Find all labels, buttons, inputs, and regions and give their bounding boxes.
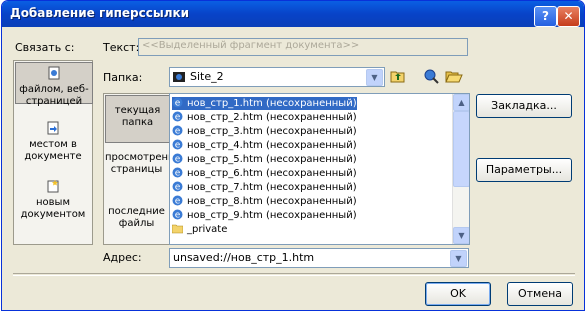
file-list[interactable]: e нов_стр_1.htm (несохраненный) e нов_стр_… bbox=[169, 93, 470, 245]
hyperlink-dialog: Добавление гиперссылки ? ✕ Связать с: Те… bbox=[1, 0, 585, 311]
web-page-icon bbox=[48, 66, 60, 80]
close-icon: ✕ bbox=[563, 9, 574, 23]
file-item-label: нов_стр_1.htm (несохраненный) bbox=[187, 98, 357, 109]
svg-text:e: e bbox=[175, 197, 181, 207]
open-folder-icon bbox=[445, 71, 463, 83]
ie-page-icon: e bbox=[172, 97, 183, 108]
address-combo[interactable]: unsaved://нов_стр_1.htm ▼ bbox=[169, 248, 469, 268]
link-to-place-label: местом в документе bbox=[24, 139, 82, 162]
new-document-icon bbox=[47, 180, 59, 193]
svg-text:e: e bbox=[175, 113, 181, 123]
nav-browsed-pages[interactable]: просмотренные страницы bbox=[105, 152, 189, 192]
ie-page-icon: e bbox=[172, 139, 183, 150]
file-item-label: нов_стр_4.htm (несохраненный) bbox=[187, 140, 357, 151]
svg-text:e: e bbox=[175, 99, 181, 109]
up-one-level-button[interactable] bbox=[388, 67, 408, 85]
nav-current-folder[interactable]: текущая папка bbox=[105, 95, 170, 143]
text-field: <<Выделенный фрагмент документа>> bbox=[138, 38, 468, 56]
nav-current-folder-label: текущая папка bbox=[114, 105, 161, 128]
file-item[interactable]: e нов_стр_1.htm (несохраненный) bbox=[172, 97, 357, 110]
nav-recent-files-label: последние файлы bbox=[108, 206, 165, 229]
file-item[interactable]: e нов_стр_4.htm (несохраненный) bbox=[172, 139, 357, 152]
svg-text:e: e bbox=[175, 141, 181, 151]
ie-page-icon: e bbox=[172, 195, 183, 206]
svg-text:e: e bbox=[175, 155, 181, 165]
link-to-place-in-document[interactable]: местом в документе bbox=[15, 121, 91, 167]
site-folder-icon bbox=[173, 72, 185, 82]
cancel-button[interactable]: Отмена bbox=[507, 282, 573, 306]
chevron-down-icon[interactable]: ▼ bbox=[366, 69, 383, 86]
browse-file-button[interactable] bbox=[444, 67, 464, 85]
file-item-label: _private bbox=[187, 224, 228, 235]
svg-text:e: e bbox=[175, 127, 181, 137]
scroll-up-icon[interactable]: ▲ bbox=[453, 94, 469, 111]
file-item[interactable]: e нов_стр_8.htm (несохраненный) bbox=[172, 195, 357, 208]
file-item-label: нов_стр_5.htm (несохраненный) bbox=[187, 154, 357, 165]
file-item-label: нов_стр_8.htm (несохраненный) bbox=[187, 196, 357, 207]
ie-page-icon: e bbox=[172, 125, 183, 136]
scroll-down-icon[interactable]: ▼ bbox=[453, 227, 469, 244]
bookmark-button[interactable]: Закладка... bbox=[476, 94, 572, 118]
close-button[interactable]: ✕ bbox=[557, 6, 580, 27]
file-item[interactable]: _private bbox=[172, 223, 227, 236]
browse-web-button[interactable] bbox=[422, 67, 442, 85]
link-to-label: Связать с: bbox=[15, 41, 75, 54]
ie-page-icon: e bbox=[172, 153, 183, 164]
link-to-file-label: файлом, веб-страницей bbox=[19, 84, 89, 107]
file-item-label: нов_стр_2.htm (несохраненный) bbox=[187, 112, 357, 123]
folder-icon bbox=[172, 224, 183, 234]
nav-recent-files[interactable]: последние файлы bbox=[105, 206, 168, 236]
title-bar[interactable]: Добавление гиперссылки ? ✕ bbox=[2, 1, 584, 27]
file-item[interactable]: e нов_стр_3.htm (несохраненный) bbox=[172, 125, 357, 138]
folder-up-icon bbox=[390, 71, 405, 83]
file-item[interactable]: e нов_стр_7.htm (несохраненный) bbox=[172, 181, 357, 194]
file-item-label: нов_стр_9.htm (несохраненный) bbox=[187, 210, 357, 221]
browse-sources-bar: текущая папка просмотренные страницы пос… bbox=[103, 93, 189, 245]
nav-browsed-pages-label: просмотренные страницы bbox=[105, 152, 189, 175]
address-label: Адрес: bbox=[103, 251, 142, 264]
ie-page-icon: e bbox=[172, 167, 183, 178]
place-in-document-icon bbox=[47, 121, 59, 135]
ok-button[interactable]: OK bbox=[425, 282, 491, 306]
ie-page-icon: e bbox=[172, 209, 183, 220]
file-item[interactable]: e нов_стр_2.htm (несохраненный) bbox=[172, 111, 357, 124]
scroll-thumb[interactable] bbox=[453, 111, 469, 187]
file-item-label: нов_стр_3.htm (несохраненный) bbox=[187, 126, 357, 137]
link-to-bar: файлом, веб-страницей местом в документе… bbox=[13, 60, 93, 245]
svg-text:e: e bbox=[175, 169, 181, 179]
file-item[interactable]: e нов_стр_9.htm (несохраненный) bbox=[172, 209, 357, 222]
link-to-new-label: новым документом bbox=[20, 197, 86, 220]
file-list-scrollbar[interactable]: ▲ ▼ bbox=[452, 94, 469, 244]
folder-label: Папка: bbox=[103, 71, 143, 84]
file-item-label: нов_стр_6.htm (несохраненный) bbox=[187, 168, 357, 179]
svg-text:e: e bbox=[175, 183, 181, 193]
link-to-file-web-page[interactable]: файлом, веб-страницей bbox=[15, 62, 93, 107]
file-item[interactable]: e нов_стр_6.htm (несохраненный) bbox=[172, 167, 357, 180]
folder-combo[interactable]: Site_2 ▼ bbox=[169, 67, 385, 87]
parameters-button[interactable]: Параметры... bbox=[476, 158, 572, 182]
svg-text:e: e bbox=[175, 211, 181, 221]
help-icon: ? bbox=[542, 9, 549, 23]
link-to-new-document[interactable]: новым документом bbox=[15, 179, 91, 225]
file-item-label: нов_стр_7.htm (несохраненный) bbox=[187, 182, 357, 193]
ie-page-icon: e bbox=[172, 181, 183, 192]
browse-web-icon bbox=[424, 69, 439, 84]
file-item[interactable]: e нов_стр_5.htm (несохраненный) bbox=[172, 153, 357, 166]
address-value: unsaved://нов_стр_1.htm bbox=[173, 251, 315, 264]
text-field-value: <<Выделенный фрагмент документа>> bbox=[142, 40, 360, 51]
help-button[interactable]: ? bbox=[534, 6, 557, 27]
folder-value: Site_2 bbox=[190, 70, 224, 83]
dialog-title: Добавление гиперссылки bbox=[10, 6, 190, 20]
chevron-down-icon[interactable]: ▼ bbox=[450, 250, 467, 267]
separator bbox=[13, 273, 575, 276]
text-label: Текст: bbox=[103, 41, 140, 54]
ie-page-icon: e bbox=[172, 111, 183, 122]
